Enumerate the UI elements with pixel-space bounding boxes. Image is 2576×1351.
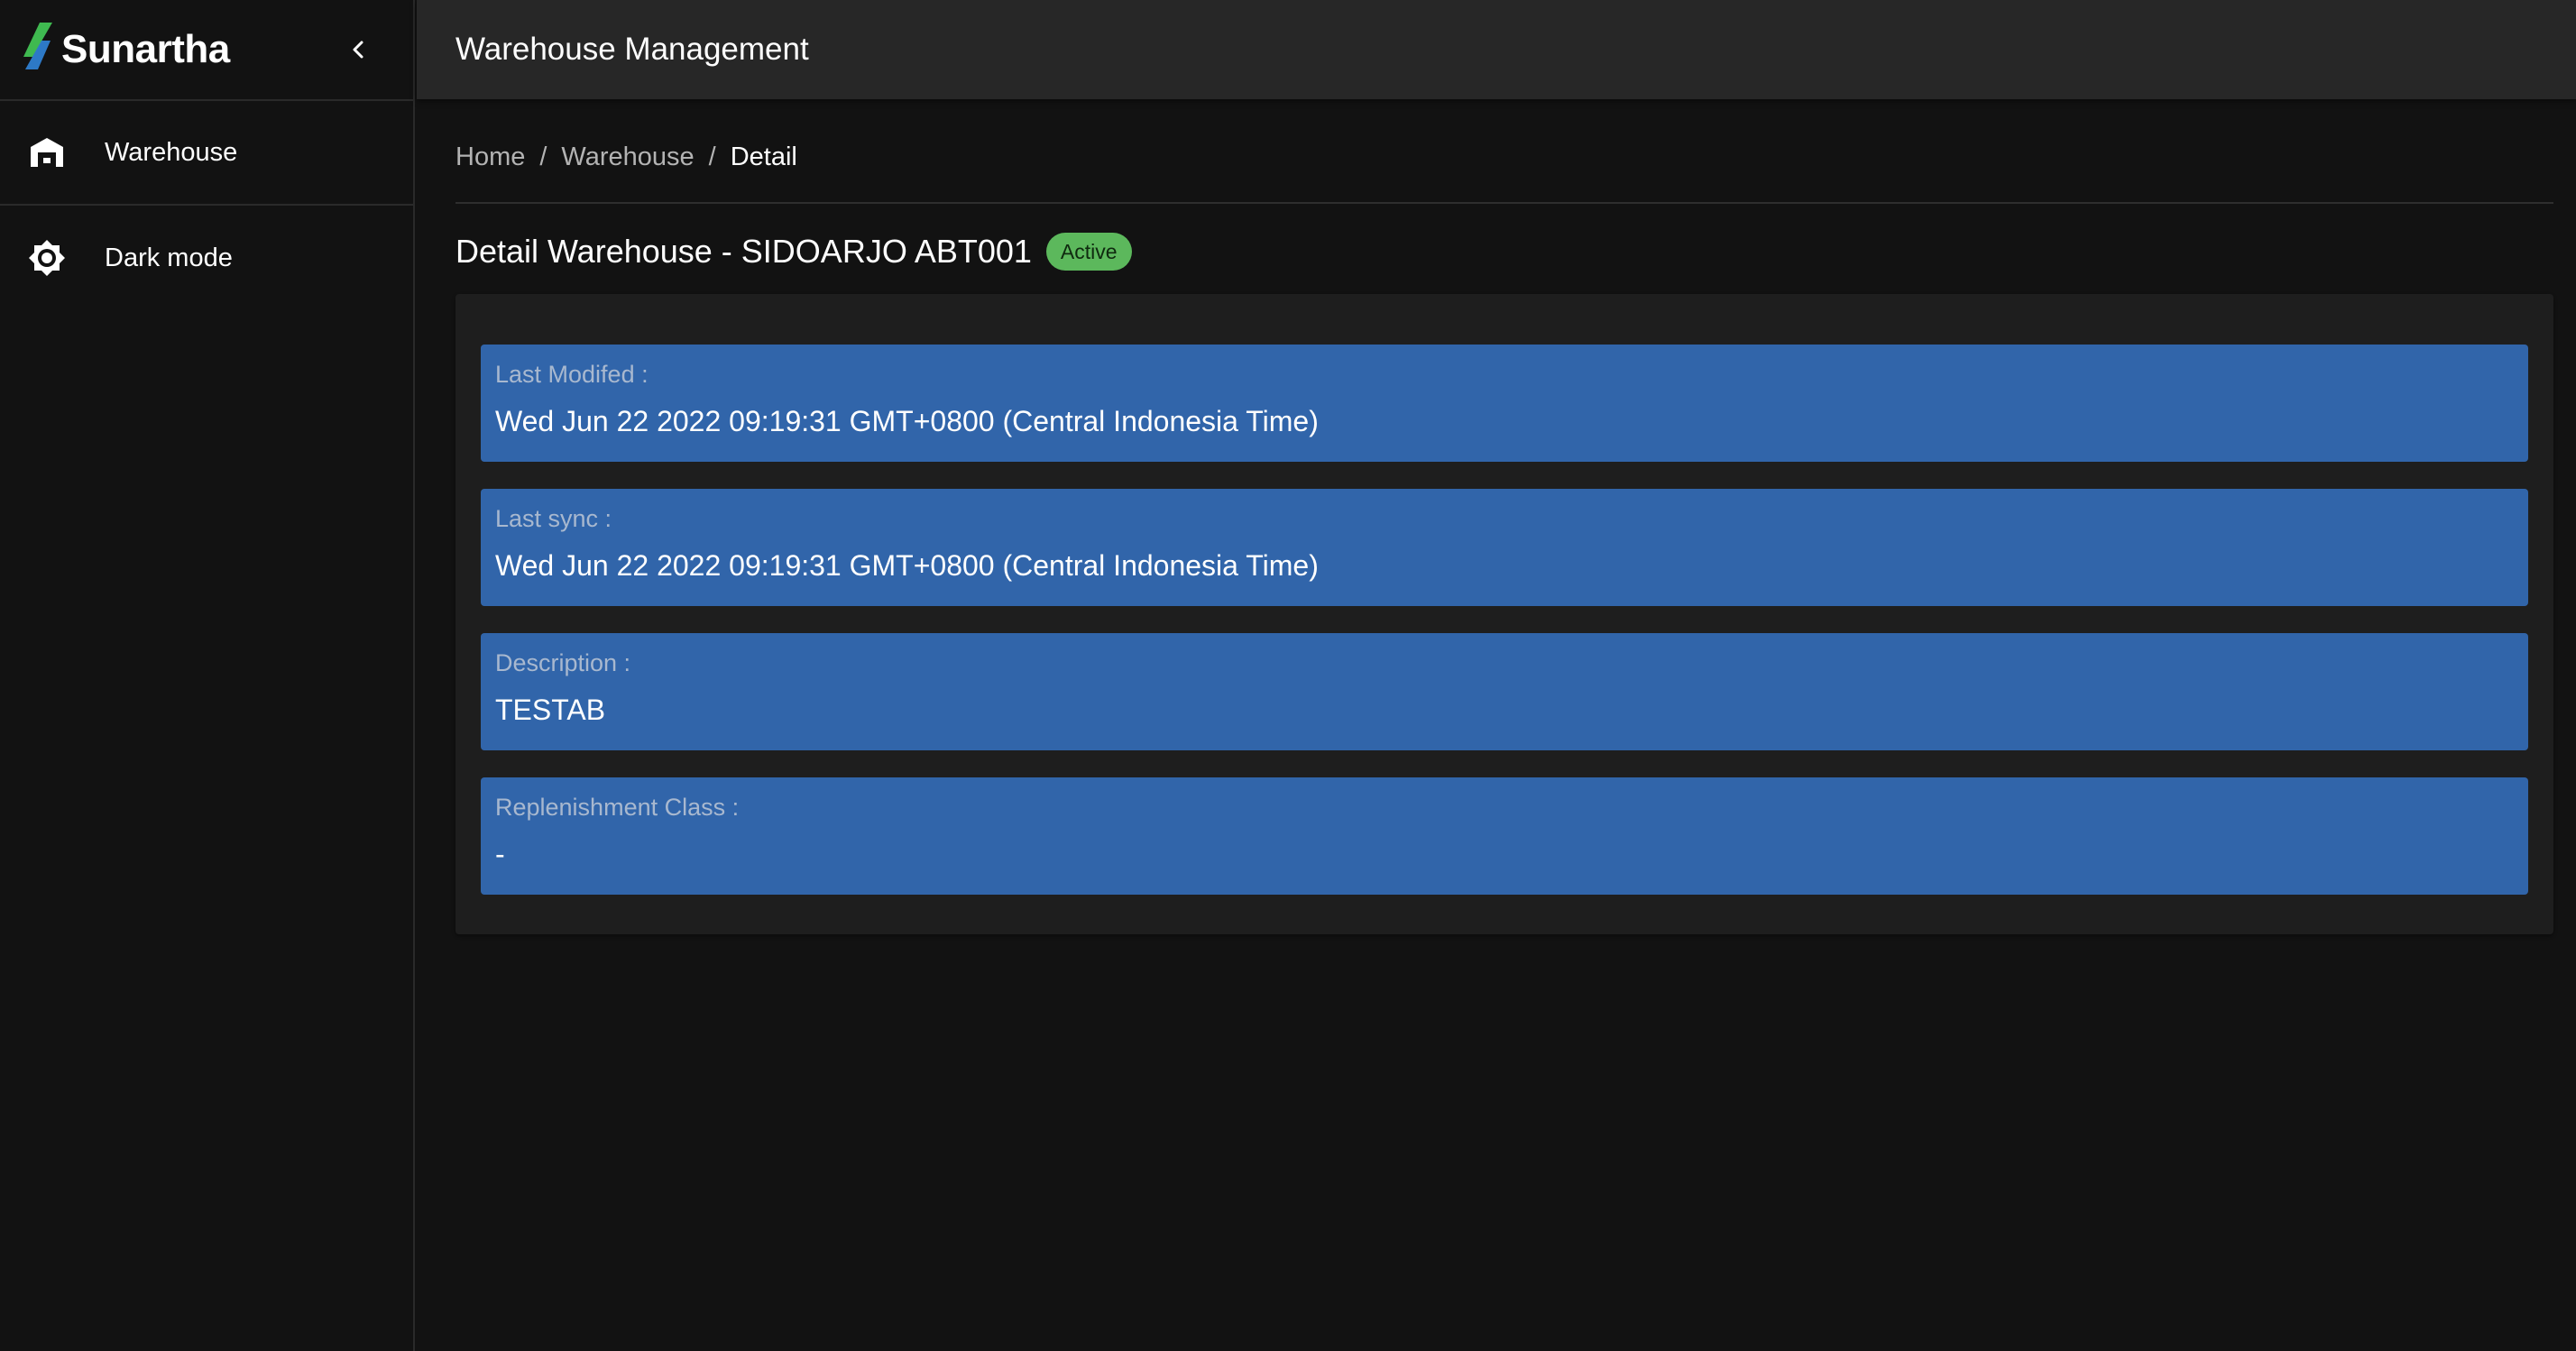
brand-logo[interactable]: Sunartha xyxy=(20,23,230,73)
sidebar-header: Sunartha xyxy=(0,0,413,101)
status-badge: Active xyxy=(1045,233,1132,271)
field-label: Replenishment Class : xyxy=(495,794,740,821)
field-value: Wed Jun 22 2022 09:19:31 GMT+0800 (Centr… xyxy=(495,405,1319,437)
warehouse-icon xyxy=(27,133,67,172)
breadcrumb-warehouse[interactable]: Warehouse xyxy=(561,142,694,172)
breadcrumb-separator: / xyxy=(539,142,547,171)
sidebar-item-label: Warehouse xyxy=(105,137,238,167)
sidebar-item-dark-mode[interactable]: Dark mode xyxy=(0,206,413,310)
field-label: Last Modifed : xyxy=(495,361,649,388)
detail-field-last-modified: Last Modifed : Wed Jun 22 2022 09:19:31 … xyxy=(481,345,2528,462)
page-title: Detail Warehouse - SIDOARJO ABT001 xyxy=(455,233,1032,270)
breadcrumb: Home / Warehouse / Detail xyxy=(455,99,2553,204)
brand-name: Sunartha xyxy=(61,27,230,71)
field-label: Last sync : xyxy=(495,505,612,532)
brightness-icon xyxy=(27,238,67,278)
detail-field-description: Description : TESTAB xyxy=(481,633,2528,750)
breadcrumb-detail: Detail xyxy=(730,142,797,171)
sidebar-item-label: Dark mode xyxy=(105,243,233,272)
brand-mark-icon xyxy=(23,23,52,69)
sidebar-item-warehouse[interactable]: Warehouse xyxy=(0,101,413,206)
field-label: Description : xyxy=(495,649,631,676)
breadcrumb-home[interactable]: Home xyxy=(455,142,525,172)
top-app-bar: Warehouse Management xyxy=(417,0,2576,99)
detail-field-replenishment-class: Replenishment Class : - xyxy=(481,777,2528,895)
field-value: TESTAB xyxy=(495,694,606,726)
sidebar: Sunartha Warehouse Dark mode xyxy=(0,0,415,1351)
detail-card: Last Modifed : Wed Jun 22 2022 09:19:31 … xyxy=(455,294,2553,934)
field-value: - xyxy=(495,838,505,870)
page-title-row: Detail Warehouse - SIDOARJO ABT001 Activ… xyxy=(455,204,2553,294)
breadcrumb-separator: / xyxy=(708,142,716,171)
field-value: Wed Jun 22 2022 09:19:31 GMT+0800 (Centr… xyxy=(495,549,1319,582)
chevron-left-icon xyxy=(353,41,363,59)
main-content: Home / Warehouse / Detail Detail Warehou… xyxy=(455,99,2553,934)
sidebar-collapse-button[interactable] xyxy=(337,28,381,71)
app-bar-title: Warehouse Management xyxy=(455,32,809,67)
detail-field-last-sync: Last sync : Wed Jun 22 2022 09:19:31 GMT… xyxy=(481,489,2528,606)
